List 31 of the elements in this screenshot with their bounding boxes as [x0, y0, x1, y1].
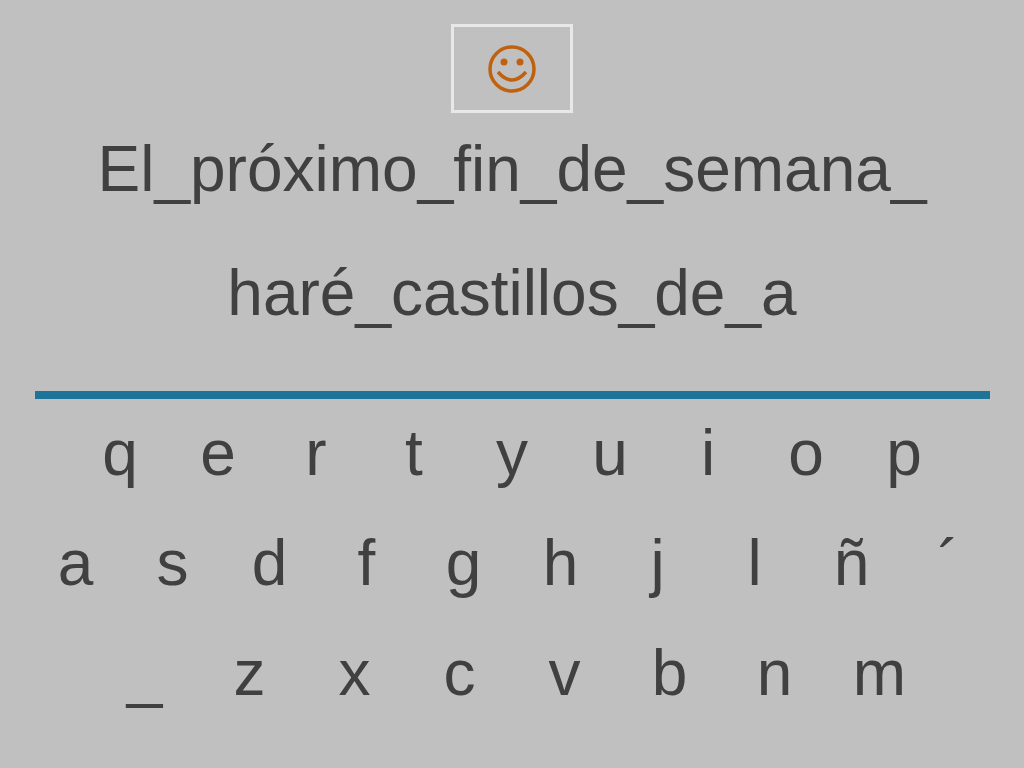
letter-key[interactable]: a — [27, 527, 124, 599]
letter-key[interactable]: m — [827, 637, 932, 709]
letter-key[interactable]: l — [706, 527, 803, 599]
letter-key[interactable]: t — [365, 417, 463, 489]
letter-key[interactable]: e — [169, 417, 267, 489]
letter-key[interactable]: i — [659, 417, 757, 489]
sentence-text: haré_castillos_de_a — [227, 257, 797, 329]
letter-key[interactable]: j — [609, 527, 706, 599]
letter-key[interactable]: z — [197, 637, 302, 709]
smiley-icon — [487, 43, 537, 94]
letter-key[interactable]: q — [71, 417, 169, 489]
letter-key[interactable]: c — [407, 637, 512, 709]
letter-key[interactable]: n — [722, 637, 827, 709]
sentence-text: El_próximo_fin_de_semana_ — [97, 133, 927, 205]
letter-key[interactable]: h — [512, 527, 609, 599]
letter-key[interactable]: b — [617, 637, 722, 709]
smiley-button[interactable] — [451, 24, 573, 113]
letter-key[interactable]: d — [221, 527, 318, 599]
letter-key[interactable]: f — [318, 527, 415, 599]
letter-key[interactable]: s — [124, 527, 221, 599]
letter-key[interactable]: ñ — [803, 527, 900, 599]
letter-key[interactable]: y — [463, 417, 561, 489]
letter-key[interactable]: v — [512, 637, 617, 709]
letter-key[interactable]: p — [855, 417, 953, 489]
letter-key[interactable]: u — [561, 417, 659, 489]
letter-key[interactable]: r — [267, 417, 365, 489]
letter-key[interactable]: o — [757, 417, 855, 489]
letter-key[interactable]: g — [415, 527, 512, 599]
letter-key[interactable]: ´ — [900, 527, 997, 599]
letter-key[interactable]: x — [302, 637, 407, 709]
letter-key[interactable]: _ — [92, 637, 197, 709]
